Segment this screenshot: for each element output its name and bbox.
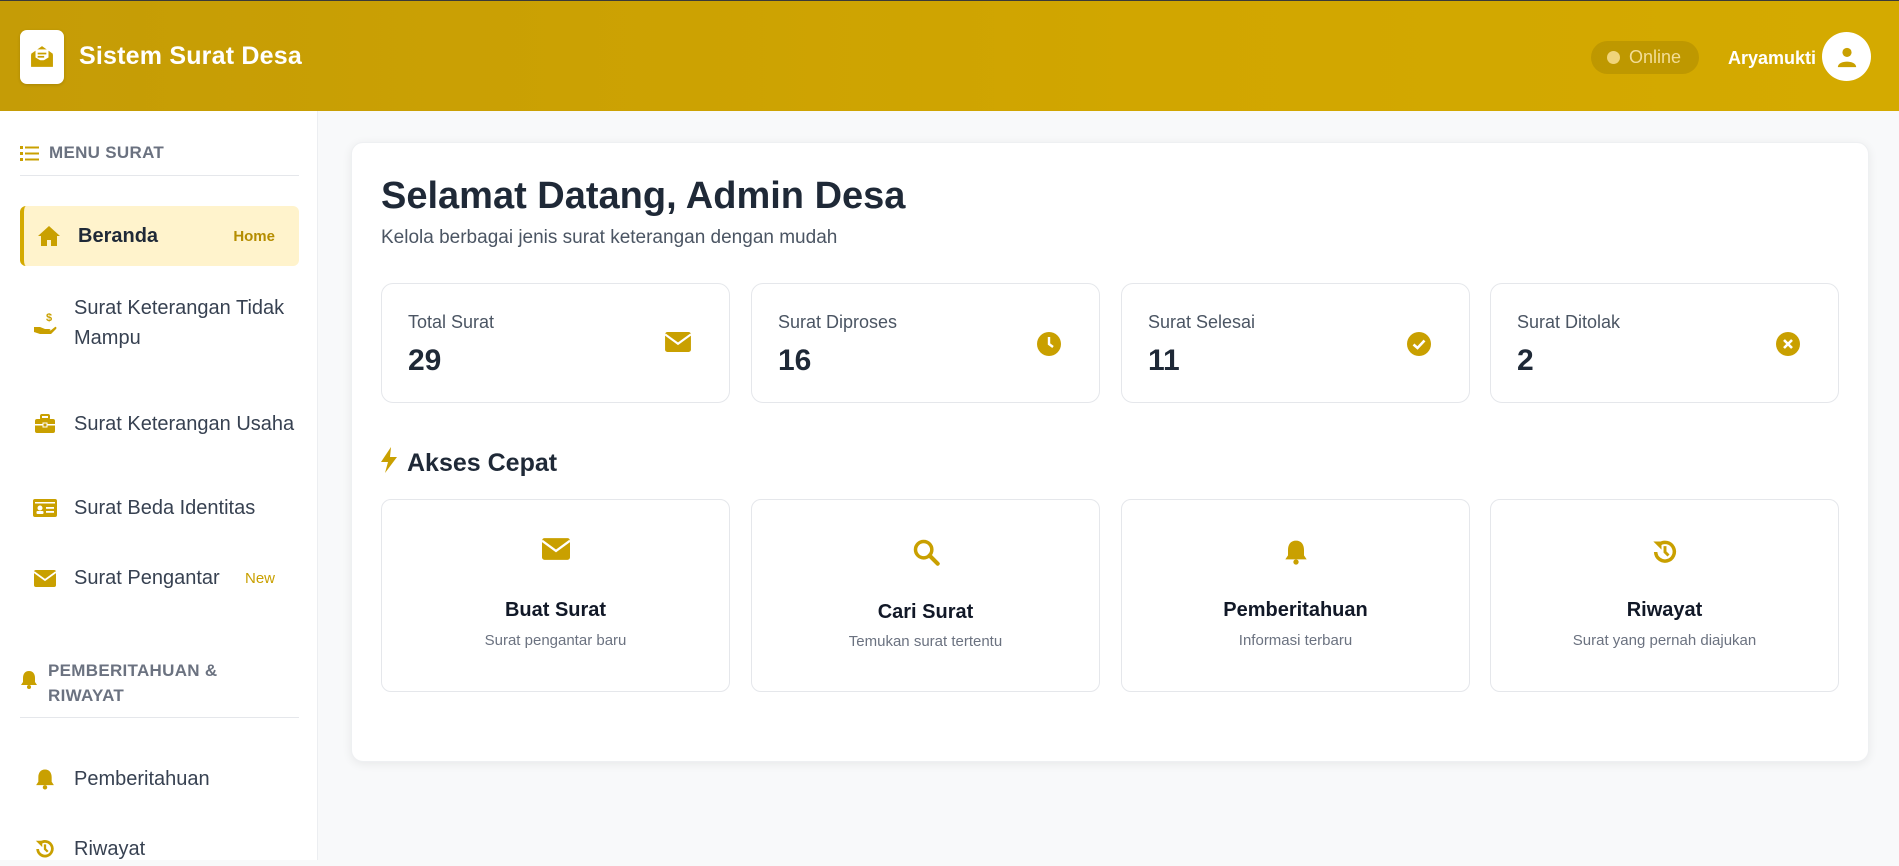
username[interactable]: Aryamukti <box>1728 48 1816 69</box>
user-icon <box>1837 47 1856 67</box>
sidebar-item-label: Surat Beda Identitas <box>74 497 256 519</box>
clock-icon <box>1037 332 1061 361</box>
history-icon <box>32 838 58 860</box>
quick-name: Riwayat <box>1626 599 1703 621</box>
briefcase-icon <box>32 414 58 434</box>
bell-icon <box>32 768 58 790</box>
sidebar-item-sku[interactable]: Surat Keterangan Usaha <box>20 392 299 456</box>
sidebar-section-label: PEMBERITAHUAN & RIWAYAT <box>48 661 218 705</box>
quick-access-title: Akses Cepat <box>379 447 557 480</box>
sidebar-item-label: Beranda <box>78 225 159 247</box>
quick-pemberitahuan[interactable]: Pemberitahuan Informasi terbaru <box>1121 499 1470 692</box>
envelope-open-icon <box>31 46 53 67</box>
online-status-badge: Online <box>1591 41 1699 74</box>
quick-access-label: Akses Cepat <box>407 449 558 477</box>
envelope-icon <box>664 332 692 357</box>
sidebar-item-pemberitahuan[interactable]: Pemberitahuan <box>20 762 299 796</box>
sidebar-item-beda-identitas[interactable]: Surat Beda Identitas <box>20 491 299 525</box>
sidebar-item-beranda[interactable]: Beranda Home <box>20 206 299 266</box>
bell-icon <box>20 670 38 694</box>
quick-desc: Temukan surat tertentu <box>848 633 1003 650</box>
search-icon <box>752 538 1099 566</box>
status-dot <box>1607 51 1620 64</box>
check-circle-icon <box>1407 332 1431 361</box>
home-badge: Home <box>233 227 275 245</box>
app-title: Sistem Surat Desa <box>79 42 302 70</box>
bell-icon <box>1122 538 1469 566</box>
bolt-icon <box>379 447 399 480</box>
stat-card-total: Total Surat 29 <box>381 283 730 403</box>
page-title: Selamat Datang, Admin Desa <box>381 175 906 217</box>
quick-desc: Informasi terbaru <box>1238 632 1353 649</box>
app-logo[interactable] <box>20 30 64 84</box>
quick-name: Cari Surat <box>877 601 974 623</box>
sidebar-section-notif: PEMBERITAHUAN & RIWAYAT <box>20 658 299 718</box>
sidebar-item-pengantar[interactable]: Surat Pengantar New <box>20 561 299 595</box>
sidebar-section-menu: MENU SURAT <box>20 143 299 176</box>
stat-label: Surat Selesai <box>1148 312 1256 332</box>
stat-card-ditolak: Surat Ditolak 2 <box>1490 283 1839 403</box>
sidebar-item-label: Surat Pengantar <box>74 567 220 589</box>
list-icon <box>20 145 39 167</box>
history-icon <box>1491 538 1838 566</box>
stat-value: 2 <box>1517 344 1534 377</box>
envelope-icon <box>382 538 729 560</box>
quick-name: Pemberitahuan <box>1223 599 1368 621</box>
avatar[interactable] <box>1822 32 1871 81</box>
new-badge: New <box>244 569 275 587</box>
page-subtitle: Kelola berbagai jenis surat keterangan d… <box>381 227 838 248</box>
top-header: Sistem Surat Desa Online Aryamukti <box>0 0 1899 111</box>
sidebar-item-sktm[interactable]: $ Surat Keterangan Tidak Mampu <box>20 291 299 355</box>
status-text: Online <box>1629 47 1682 67</box>
home-icon <box>36 225 62 247</box>
stat-value: 29 <box>408 344 442 377</box>
envelope-icon <box>32 569 58 587</box>
sidebar-item-label: Surat Keterangan Usaha <box>74 413 295 435</box>
quick-cari-surat[interactable]: Cari Surat Temukan surat tertentu <box>751 499 1100 692</box>
stat-value: 11 <box>1148 344 1180 377</box>
hand-money-icon: $ <box>32 311 58 335</box>
stat-value: 16 <box>778 344 812 377</box>
quick-riwayat[interactable]: Riwayat Surat yang pernah diajukan <box>1490 499 1839 692</box>
stat-card-selesai: Surat Selesai 11 <box>1121 283 1470 403</box>
stat-label: Total Surat <box>408 312 495 332</box>
stat-card-diproses: Surat Diproses 16 <box>751 283 1100 403</box>
stat-label: Surat Ditolak <box>1517 312 1621 332</box>
sidebar-item-riwayat[interactable]: Riwayat <box>20 832 299 866</box>
quick-name: Buat Surat <box>504 599 607 621</box>
quick-desc: Surat yang pernah diajukan <box>1572 632 1757 649</box>
quick-buat-surat[interactable]: Buat Surat Surat pengantar baru <box>381 499 730 692</box>
sidebar-section-label: MENU SURAT <box>49 143 165 162</box>
sidebar-item-label: Pemberitahuan <box>74 768 210 790</box>
id-card-icon <box>32 499 58 517</box>
sidebar-item-label: Surat Keterangan Tidak Mampu <box>74 297 285 349</box>
stat-label: Surat Diproses <box>778 312 898 332</box>
quick-desc: Surat pengantar baru <box>484 632 627 649</box>
svg-text:$: $ <box>46 312 52 324</box>
x-circle-icon <box>1776 332 1800 361</box>
